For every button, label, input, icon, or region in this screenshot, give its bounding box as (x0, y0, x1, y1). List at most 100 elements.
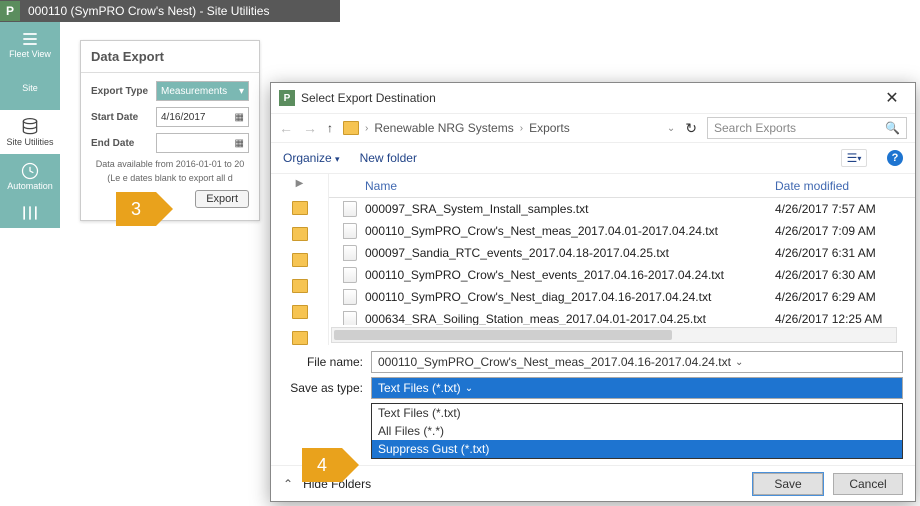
chevron-down-icon: ▾ (239, 86, 244, 97)
cancel-button[interactable]: Cancel (833, 473, 903, 495)
help-button[interactable]: ? (887, 150, 903, 166)
file-row[interactable]: 000110_SymPRO_Crow's_Nest_meas_2017.04.0… (329, 220, 915, 242)
text-file-icon (343, 289, 357, 305)
chevron-down-icon[interactable]: ⌄ (667, 123, 675, 134)
dialog-titlebar: P Select Export Destination ✕ (271, 83, 915, 113)
database-icon (20, 117, 40, 137)
sidebar-item-more[interactable] (0, 198, 60, 228)
export-type-label: Export Type (91, 86, 156, 97)
save-type-label: Save as type: (283, 381, 371, 395)
file-name-label: File name: (283, 355, 371, 369)
nav-fwd-button[interactable]: → (303, 120, 317, 136)
save-type-select[interactable]: Text Files (*.txt) ⌄ (371, 377, 903, 399)
text-file-icon (343, 201, 357, 217)
col-name-header[interactable]: Name (329, 179, 775, 193)
file-date: 4/26/2017 6:31 AM (775, 246, 915, 260)
refresh-button[interactable]: ↻ (685, 120, 697, 137)
chevron-down-icon[interactable]: ⌄ (465, 383, 473, 394)
file-list-header: Name Date modified (329, 174, 915, 198)
file-date: 4/26/2017 12:25 AM (775, 312, 915, 325)
file-row[interactable]: 000097_Sandia_RTC_events_2017.04.18-2017… (329, 242, 915, 264)
sidebar: Fleet View Site Site Utilities Automatio… (0, 22, 60, 228)
file-list: 000097_SRA_System_Install_samples.txt4/2… (329, 198, 915, 325)
save-button[interactable]: Save (753, 473, 823, 495)
panel-note-2: (Le e dates blank to export all d (91, 173, 249, 185)
type-option[interactable]: All Files (*.*) (372, 422, 902, 440)
breadcrumb-seg-1[interactable]: Exports (529, 121, 570, 135)
sidebar-item-site-utilities[interactable]: Site Utilities (0, 110, 60, 154)
export-type-select[interactable]: Measurements ▾ (156, 81, 249, 101)
file-row[interactable]: 000110_SymPRO_Crow's_Nest_diag_2017.04.1… (329, 286, 915, 308)
dialog-title: Select Export Destination (301, 91, 436, 105)
file-name: 000110_SymPRO_Crow's_Nest_diag_2017.04.1… (365, 290, 775, 304)
dialog-footer: ⌃ Hide Folders Save Cancel (271, 465, 915, 501)
file-date: 4/26/2017 6:30 AM (775, 268, 915, 282)
type-option[interactable]: Text Files (*.txt) (372, 404, 902, 422)
sidebar-item-site[interactable]: Site (0, 66, 60, 110)
dialog-navbar: ← → ↑ › Renewable NRG Systems › Exports … (271, 113, 915, 143)
folder-icon (343, 121, 359, 135)
sidebar-item-automation[interactable]: Automation (0, 154, 60, 198)
arrow-right-icon (156, 192, 173, 226)
chevron-down-icon: ▾ (335, 154, 340, 164)
file-name: 000110_SymPRO_Crow's_Nest_events_2017.04… (365, 268, 775, 282)
text-file-icon (343, 223, 357, 239)
file-name: 000097_Sandia_RTC_events_2017.04.18-2017… (365, 246, 775, 260)
chevron-up-icon[interactable]: ⌃ (283, 477, 293, 491)
calendar-icon[interactable]: ▦ (235, 138, 244, 149)
close-button[interactable]: ✕ (877, 88, 907, 108)
type-option[interactable]: Suppress Gust (*.txt) (372, 440, 902, 458)
folder-icon[interactable] (292, 201, 308, 215)
save-type-dropdown: Text Files (*.txt)All Files (*.*)Suppres… (371, 403, 903, 459)
folder-icon[interactable] (292, 331, 308, 345)
sidebar-item-label: Automation (7, 181, 53, 191)
save-type-value: Text Files (*.txt) (378, 381, 461, 395)
nav-tree[interactable]: ▶ (271, 174, 329, 345)
file-date: 4/26/2017 6:29 AM (775, 290, 915, 304)
chevron-down-icon[interactable]: ⌄ (735, 357, 743, 368)
folder-icon[interactable] (292, 305, 308, 319)
file-row[interactable]: 000634_SRA_Soiling_Station_meas_2017.04.… (329, 308, 915, 325)
folder-icon[interactable] (292, 227, 308, 241)
export-type-value: Measurements (161, 86, 227, 97)
view-options-button[interactable]: ☰▾ (841, 149, 867, 167)
folder-icon[interactable] (292, 279, 308, 293)
file-row[interactable]: 000097_SRA_System_Install_samples.txt4/2… (329, 198, 915, 220)
chevron-right-icon[interactable]: ▶ (296, 178, 304, 189)
dialog-icon: P (279, 90, 295, 106)
export-button[interactable]: Export (195, 190, 249, 208)
dialog-toolbar: Organize ▾ New folder ☰▾ ? (271, 143, 915, 173)
nav-up-button[interactable]: ↑ (327, 121, 333, 135)
breadcrumb-seg-0[interactable]: Renewable NRG Systems (374, 121, 513, 135)
file-row[interactable]: 000110_SymPRO_Crow's_Nest_events_2017.04… (329, 264, 915, 286)
sidebar-item-label: Site Utilities (6, 137, 53, 147)
sidebar-item-label: Site (22, 83, 38, 93)
organize-menu[interactable]: Organize ▾ (283, 151, 340, 165)
callout-4: 4 (302, 448, 359, 482)
horizontal-scrollbar[interactable] (331, 327, 897, 343)
new-folder-button[interactable]: New folder (360, 151, 417, 165)
file-date: 4/26/2017 7:57 AM (775, 202, 915, 216)
file-name: 000110_SymPRO_Crow's_Nest_meas_2017.04.0… (365, 224, 775, 238)
app-titlebar: P 000110 (SymPRO Crow's Nest) - Site Uti… (0, 0, 340, 22)
start-date-input[interactable]: 4/16/2017 ▦ (156, 107, 249, 127)
list-icon (20, 29, 40, 49)
folder-icon[interactable] (292, 253, 308, 267)
search-placeholder: Search Exports (714, 121, 796, 135)
app-logo-letter: P (6, 4, 14, 18)
sidebar-item-fleet-view[interactable]: Fleet View (0, 22, 60, 66)
callout-3-label: 3 (116, 192, 156, 226)
callout-4-label: 4 (302, 448, 342, 482)
callout-3: 3 (116, 192, 173, 226)
file-name-input[interactable]: 000110_SymPRO_Crow's_Nest_meas_2017.04.1… (371, 351, 903, 373)
chevron-right-icon: › (520, 123, 523, 134)
breadcrumb[interactable]: › Renewable NRG Systems › Exports ⌄ (343, 121, 675, 135)
nav-back-button[interactable]: ← (279, 120, 293, 136)
end-date-input[interactable]: ▦ (156, 133, 249, 153)
arrow-right-icon (342, 448, 359, 482)
text-file-icon (343, 267, 357, 283)
search-input[interactable]: Search Exports 🔍 (707, 117, 907, 139)
col-date-header[interactable]: Date modified (775, 179, 915, 193)
calendar-icon[interactable]: ▦ (235, 112, 244, 123)
panel-title: Data Export (81, 41, 259, 73)
